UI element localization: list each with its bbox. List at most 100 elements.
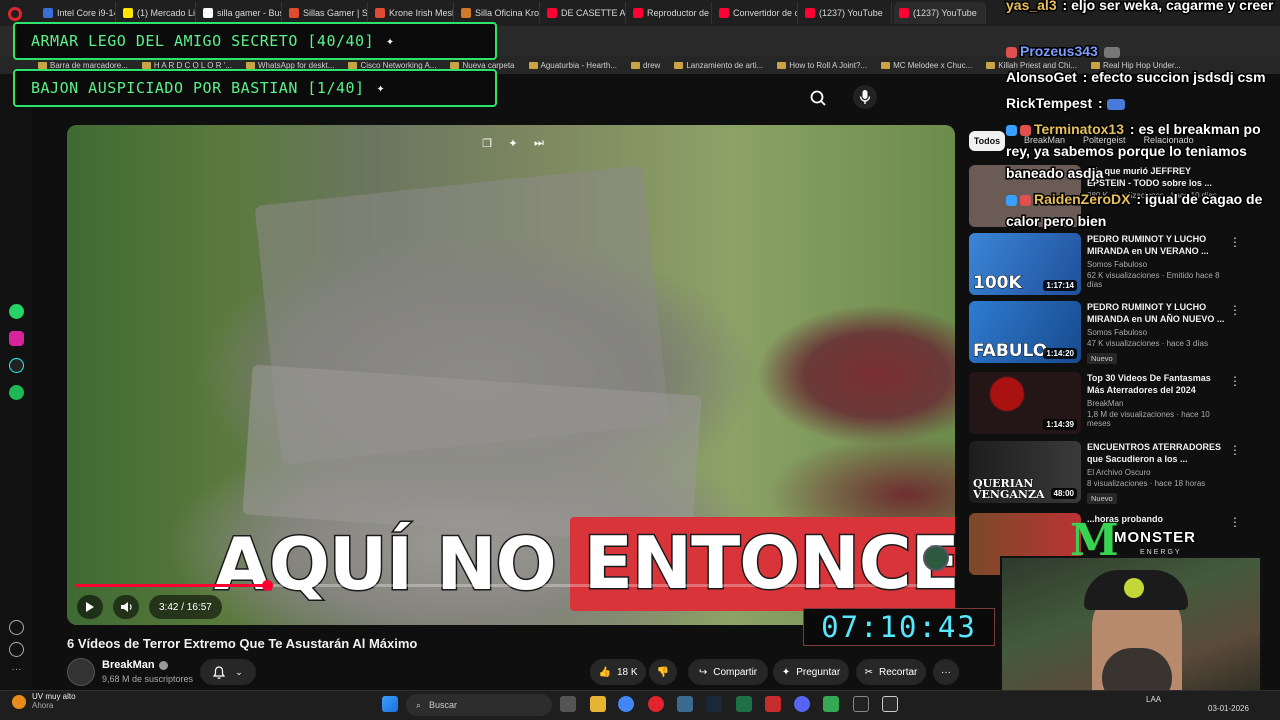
recommended-video[interactable]: 1:14:39 Top 30 Videos De Fantasmas Más A… bbox=[969, 372, 1269, 436]
more-vertical-icon[interactable]: ⋮ bbox=[1229, 303, 1241, 317]
weather-widget[interactable]: UV muy alto Ahora bbox=[12, 692, 76, 710]
gmail-icon[interactable] bbox=[765, 696, 781, 712]
drive-icon[interactable] bbox=[823, 696, 839, 712]
browser-tab[interactable]: Reproductor de ca... bbox=[628, 2, 712, 24]
bookmark[interactable]: Lanzamiento de arti... bbox=[674, 61, 763, 70]
volume-icon bbox=[120, 602, 132, 612]
search-icon: ⌕ bbox=[416, 699, 422, 710]
rec-channel[interactable]: BreakMan bbox=[1087, 399, 1227, 408]
heart-icon[interactable] bbox=[9, 620, 24, 635]
progress-bar[interactable] bbox=[75, 580, 947, 591]
recommended-video[interactable]: FABULO 1:14:20 PEDRO RUMINOT Y LUCHO MIR… bbox=[969, 301, 1269, 365]
progress-scrubber[interactable] bbox=[261, 580, 273, 591]
language-indicator[interactable]: LAA bbox=[1146, 695, 1161, 704]
browser-tab[interactable]: DE CASETTE A MP... bbox=[542, 2, 626, 24]
video-player[interactable]: ❐ ✦ ⏭ AQUÍ NO ENTONCES 3:42 / 16:57 bbox=[67, 125, 955, 625]
sparkle-icon: ✦ bbox=[386, 33, 395, 49]
tab-favicon-icon bbox=[547, 8, 557, 18]
rec-title[interactable]: ENCUENTROS ATERRADORES que Sacudieron a … bbox=[1087, 441, 1227, 465]
video-thumbnail[interactable]: QUERIAN VENGANZA 48:00 bbox=[969, 441, 1081, 503]
weather-icon bbox=[12, 695, 26, 709]
opera-icon[interactable] bbox=[648, 696, 664, 712]
rec-channel[interactable]: Somos Fabuloso bbox=[1087, 260, 1227, 269]
opera-sidebar: ··· bbox=[0, 74, 32, 690]
video-thumbnail[interactable]: 1:14:39 bbox=[969, 372, 1081, 434]
channel-watermark[interactable] bbox=[923, 545, 949, 571]
task-view-icon[interactable] bbox=[560, 696, 576, 712]
ask-button[interactable]: ✦ Preguntar bbox=[773, 659, 849, 685]
bookmark[interactable]: MC Melodee x Chuc... bbox=[881, 61, 972, 70]
steam-icon[interactable] bbox=[706, 696, 722, 712]
spotify-icon[interactable] bbox=[9, 385, 24, 400]
taskbar-search[interactable]: ⌕ Buscar bbox=[406, 694, 552, 716]
tiktok-icon[interactable] bbox=[9, 358, 24, 373]
like-button[interactable]: 👍 18 K bbox=[590, 659, 646, 685]
app-icon[interactable] bbox=[853, 696, 869, 712]
taskbar-date[interactable]: 03-01-2026 bbox=[1208, 704, 1249, 713]
browser-tab-active[interactable]: (1237) YouTube bbox=[894, 2, 986, 24]
voice-search-button[interactable] bbox=[853, 85, 877, 109]
tab-favicon-icon bbox=[805, 8, 815, 18]
search-placeholder: Buscar bbox=[429, 700, 458, 710]
emote-icon bbox=[1103, 46, 1120, 58]
miniplayer-icon[interactable]: ❐ bbox=[479, 135, 495, 151]
browser-tab[interactable]: Sillas Gamer | Solo... bbox=[284, 2, 368, 24]
share-button[interactable]: ↪ Compartir bbox=[688, 659, 768, 685]
whatsapp-icon[interactable] bbox=[9, 304, 24, 319]
more-vertical-icon[interactable]: ⋮ bbox=[1229, 515, 1241, 529]
browser-tab[interactable]: (1) Mercado Libre bbox=[118, 2, 196, 24]
bookmark[interactable]: How to Roll A Joint?... bbox=[777, 61, 867, 70]
goal-text: BAJON AUSPICIADO POR BASTIAN [1/40] bbox=[31, 79, 365, 97]
search-button[interactable] bbox=[800, 86, 838, 110]
instagram-icon[interactable] bbox=[9, 331, 24, 346]
dislike-button[interactable]: 👎 bbox=[649, 659, 677, 685]
app-icon[interactable] bbox=[677, 696, 693, 712]
browser-tab[interactable]: silla gamer - Busca... bbox=[198, 2, 282, 24]
chip-all[interactable]: Todos bbox=[969, 131, 1005, 151]
tab-favicon-icon bbox=[289, 8, 299, 18]
start-icon[interactable] bbox=[382, 696, 398, 712]
clip-button[interactable]: ✂ Recortar bbox=[856, 659, 926, 685]
chrome-icon[interactable] bbox=[618, 696, 634, 712]
browser-tab[interactable]: Krone Irish Mesh |... bbox=[370, 2, 454, 24]
skip-icon[interactable]: ⏭ bbox=[531, 135, 547, 151]
epic-games-icon[interactable] bbox=[882, 696, 898, 712]
history-icon[interactable] bbox=[9, 642, 24, 657]
rec-title[interactable]: PEDRO RUMINOT Y LUCHO MIRANDA en UN AÑO … bbox=[1087, 301, 1227, 325]
channel-avatar[interactable] bbox=[67, 658, 95, 686]
video-thumbnail[interactable]: 100K 1:17:14 bbox=[969, 233, 1081, 295]
browser-tab[interactable]: Silla Oficina Krone... bbox=[456, 2, 540, 24]
browser-tab[interactable]: Intel Core i9-1490... bbox=[38, 2, 116, 24]
excel-icon[interactable] bbox=[736, 696, 752, 712]
more-icon[interactable]: ··· bbox=[9, 664, 24, 679]
rec-channel[interactable]: Somos Fabuloso bbox=[1087, 328, 1227, 337]
more-vertical-icon[interactable]: ⋮ bbox=[1229, 374, 1241, 388]
browser-tab[interactable]: Convertidor de cin... bbox=[714, 2, 798, 24]
player-controls: 3:42 / 16:57 bbox=[77, 595, 222, 619]
tab-favicon-icon bbox=[461, 8, 471, 18]
ai-sparkle-icon[interactable]: ✦ bbox=[505, 135, 521, 151]
more-actions-button[interactable]: ··· bbox=[933, 659, 959, 685]
recommended-video[interactable]: QUERIAN VENGANZA 48:00 ENCUENTROS ATERRA… bbox=[969, 441, 1269, 505]
video-thumbnail[interactable]: FABULO 1:14:20 bbox=[969, 301, 1081, 363]
notifications-button[interactable]: ⌄ bbox=[200, 659, 256, 685]
channel-name[interactable]: BreakMan bbox=[102, 659, 168, 671]
bookmark[interactable]: drew bbox=[630, 61, 660, 70]
screen: Intel Core i9-1490... (1) Mercado Libre … bbox=[0, 0, 1280, 720]
search-icon bbox=[810, 90, 826, 106]
widget-subtitle: Ahora bbox=[32, 701, 54, 710]
bookmark[interactable]: Aguaturbia - Hearth... bbox=[528, 61, 617, 70]
opera-logo-icon[interactable] bbox=[8, 7, 22, 21]
rec-title[interactable]: Top 30 Videos De Fantasmas Más Aterrador… bbox=[1087, 372, 1227, 396]
stream-goal-2: BAJON AUSPICIADO POR BASTIAN [1/40] ✦ bbox=[13, 69, 497, 107]
recommended-video[interactable]: 100K 1:17:14 PEDRO RUMINOT Y LUCHO MIRAN… bbox=[969, 233, 1269, 297]
volume-button[interactable] bbox=[113, 595, 139, 619]
browser-tab[interactable]: (1237) YouTube bbox=[800, 2, 892, 24]
more-vertical-icon[interactable]: ⋮ bbox=[1229, 443, 1241, 457]
play-button[interactable] bbox=[77, 595, 103, 619]
rec-channel[interactable]: El Archivo Oscuro bbox=[1087, 468, 1227, 477]
stream-goal-1: ARMAR LEGO DEL AMIGO SECRETO [40/40] ✦ bbox=[13, 22, 497, 60]
emote-icon bbox=[1106, 98, 1125, 110]
file-explorer-icon[interactable] bbox=[590, 696, 606, 712]
discord-icon[interactable] bbox=[794, 696, 810, 712]
